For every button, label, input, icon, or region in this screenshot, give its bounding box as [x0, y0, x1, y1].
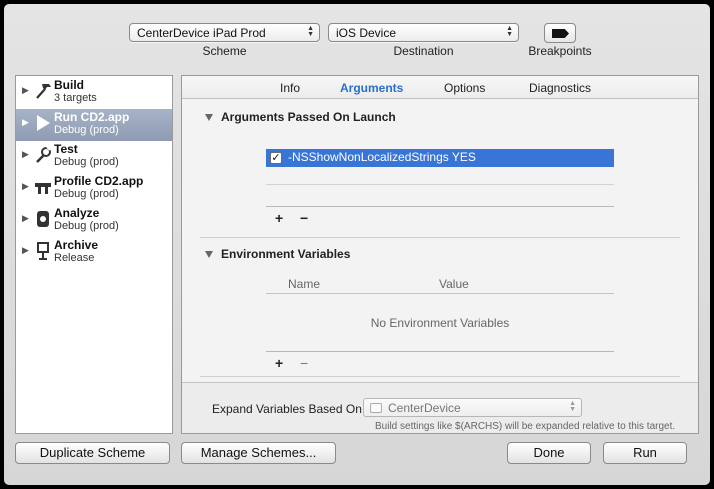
arguments-list: ✓ -NSShowNonLocalizedStrings YES: [266, 147, 614, 207]
updown-arrows-icon: ▲ ▼: [506, 25, 513, 38]
breakpoint-icon: [552, 29, 569, 38]
arguments-section-title: Arguments Passed On Launch: [221, 110, 396, 124]
list-divider: [266, 293, 614, 294]
scheme-popup[interactable]: CenterDevice iPad Prod ▲ ▼: [129, 23, 320, 42]
run-button[interactable]: Run: [603, 442, 687, 464]
scheme-label: Scheme: [202, 44, 247, 58]
section-divider: [200, 237, 680, 238]
sidebar-item-build[interactable]: ▶ Build 3 targets: [16, 77, 172, 109]
collapse-triangle-icon[interactable]: [205, 114, 213, 121]
argument-checkbox[interactable]: ✓: [270, 152, 282, 164]
sidebar-item-subtitle: Debug (prod): [54, 220, 119, 232]
sidebar-item-archive[interactable]: ▶ Archive Release: [16, 237, 172, 269]
archive-icon: [37, 242, 49, 260]
sidebar-item-subtitle: Debug (prod): [54, 124, 119, 136]
destination-popup[interactable]: iOS Device ▲ ▼: [328, 23, 519, 42]
sidebar-item-subtitle: 3 targets: [54, 92, 97, 104]
argument-value[interactable]: -NSShowNonLocalizedStrings YES: [288, 150, 476, 164]
done-button[interactable]: Done: [507, 442, 591, 464]
disclosure-triangle-icon[interactable]: ▶: [22, 181, 29, 192]
empty-environment-message: No Environment Variables: [370, 316, 510, 330]
sidebar-item-title: Archive: [54, 238, 99, 252]
updown-arrows-icon: ▲ ▼: [569, 400, 576, 413]
manage-schemes-button[interactable]: Manage Schemes...: [181, 442, 336, 464]
scheme-editor-window: CenterDevice iPad Prod ▲ ▼ Scheme iOS Dev…: [4, 4, 710, 485]
expand-variables-footer: Expand Variables Based On CenterDevice ▲…: [182, 382, 698, 433]
tab-arguments[interactable]: Arguments: [340, 81, 403, 95]
destination-value: iOS Device: [336, 26, 397, 40]
section-divider: [200, 376, 680, 377]
play-icon: [37, 115, 50, 131]
remove-variable-button: −: [300, 355, 309, 371]
destination-label: Destination: [393, 44, 454, 58]
hammer-icon: [36, 84, 51, 99]
disclosure-triangle-icon[interactable]: ▶: [22, 117, 29, 128]
scheme-actions-sidebar: ▶ Build 3 targets ▶ Run CD2.app Debug (p…: [15, 75, 173, 434]
duplicate-scheme-button[interactable]: Duplicate Scheme: [15, 442, 170, 464]
collapse-triangle-icon[interactable]: [205, 251, 213, 258]
expand-variables-popup[interactable]: CenterDevice ▲ ▼: [363, 398, 582, 417]
add-argument-button[interactable]: +: [275, 210, 283, 226]
disclosure-triangle-icon[interactable]: ▶: [22, 85, 29, 96]
wrench-icon: [36, 146, 51, 163]
scheme-detail-panel: Info Arguments Options Diagnostics Argum…: [181, 75, 699, 434]
disclosure-triangle-icon[interactable]: ▶: [22, 245, 29, 256]
profile-tool-icon: [35, 183, 51, 194]
environment-section-title: Environment Variables: [221, 247, 351, 261]
sidebar-item-title: Build: [54, 78, 84, 92]
sidebar-item-subtitle: Release: [54, 252, 95, 264]
detail-tabs: Info Arguments Options Diagnostics: [182, 76, 698, 99]
sidebar-item-subtitle: Debug (prod): [54, 188, 119, 200]
list-divider: [266, 184, 614, 185]
expand-variables-hint: Build settings like $(ARCHS) will be exp…: [375, 421, 676, 432]
column-header-name[interactable]: Name: [288, 277, 320, 291]
sidebar-item-title: Analyze: [54, 206, 100, 220]
tab-options[interactable]: Options: [444, 81, 485, 95]
sidebar-item-title: Profile CD2.app: [54, 174, 144, 188]
sidebar-item-analyze[interactable]: ▶ Analyze Debug (prod): [16, 205, 172, 237]
scheme-value: CenterDevice iPad Prod: [137, 26, 266, 40]
breakpoints-label: Breakpoints: [528, 44, 592, 58]
expand-variables-label: Expand Variables Based On: [212, 402, 362, 416]
list-divider: [266, 206, 614, 207]
tab-info[interactable]: Info: [280, 81, 300, 95]
disclosure-triangle-icon[interactable]: ▶: [22, 213, 29, 224]
sidebar-item-test[interactable]: ▶ Test Debug (prod): [16, 141, 172, 173]
sidebar-item-subtitle: Debug (prod): [54, 156, 119, 168]
disclosure-triangle-icon[interactable]: ▶: [22, 149, 29, 160]
tab-diagnostics[interactable]: Diagnostics: [529, 81, 591, 95]
sidebar-item-title: Run CD2.app: [54, 110, 130, 124]
updown-arrows-icon: ▲ ▼: [307, 25, 314, 38]
breakpoints-toggle[interactable]: [544, 23, 576, 43]
column-header-value[interactable]: Value: [439, 277, 469, 291]
target-icon: [370, 403, 382, 413]
sidebar-item-profile[interactable]: ▶ Profile CD2.app Debug (prod): [16, 173, 172, 205]
analyze-icon: [37, 211, 49, 227]
argument-row[interactable]: ✓ -NSShowNonLocalizedStrings YES: [266, 149, 614, 167]
list-divider: [266, 351, 614, 352]
remove-argument-button[interactable]: −: [300, 210, 308, 226]
sidebar-item-run[interactable]: ▶ Run CD2.app Debug (prod): [16, 109, 172, 141]
expand-variables-value: CenterDevice: [388, 401, 461, 415]
sidebar-item-title: Test: [54, 142, 78, 156]
add-variable-button[interactable]: +: [275, 355, 283, 371]
